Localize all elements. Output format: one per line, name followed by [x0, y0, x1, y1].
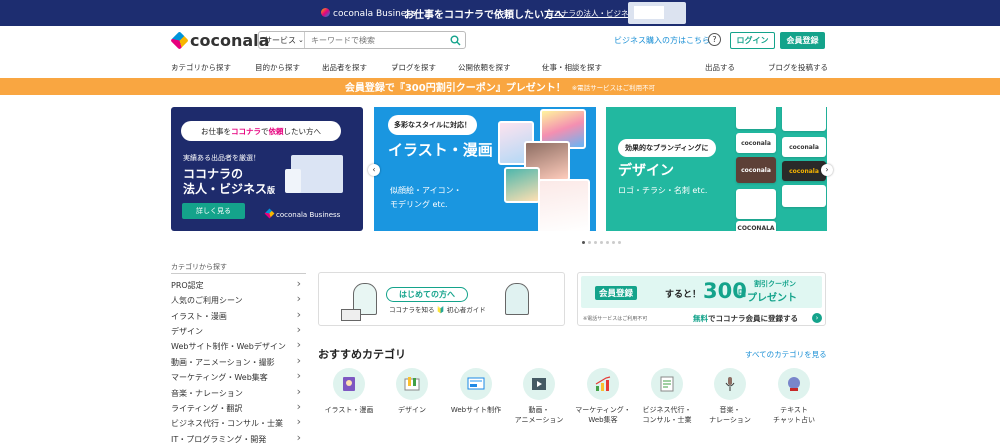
business-topbar[interactable]: coconala Business お仕事をココナラで依頼したい方へ ココナラの… [0, 0, 1000, 26]
illustration-banner-pill: 多彩なスタイルに対応！ [388, 115, 477, 135]
sidebar-item-it[interactable]: IT・プログラミング・開発 [171, 431, 306, 445]
illustration-banner-title: イラスト・漫画 [388, 141, 493, 159]
music-icon[interactable] [714, 368, 746, 400]
phone-illustration [285, 169, 301, 193]
promo-text: 会員登録で『300円割引クーポン』プレゼント！ [344, 83, 566, 94]
logo-sample-card [736, 189, 776, 219]
coupon-then-label: すると！ [665, 290, 702, 300]
sidebar-item-web[interactable]: Webサイト制作・Webデザイン [171, 338, 306, 352]
business-icon[interactable] [651, 368, 683, 400]
help-icon[interactable]: ? [708, 33, 721, 46]
guide-title: はじめての方へ [386, 287, 468, 302]
register-button[interactable]: 会員登録 [780, 32, 825, 49]
sidebar-item-pro[interactable]: PRO認定 [171, 277, 306, 291]
sidebar-item-design[interactable]: デザイン [171, 323, 306, 337]
logo-sample-card [782, 107, 826, 131]
carousel-dots[interactable] [582, 241, 621, 244]
business-screenshot-image [628, 2, 686, 24]
category-label-fortune[interactable]: テキスト チャット占い [754, 405, 834, 425]
logo-sample-card [736, 107, 776, 129]
marketing-icon[interactable] [587, 368, 619, 400]
laptop-illustration [341, 309, 361, 321]
coupon-register-label: 会員登録 [595, 286, 638, 300]
business-banner-pill: お仕事を ココナラで依頼 したい方へ [181, 121, 341, 141]
search-input[interactable] [305, 32, 445, 48]
nav-public-requests[interactable]: 公開依頼を探す [458, 62, 511, 73]
design-banner-title: デザイン [618, 163, 674, 179]
nav-sell[interactable]: 出品する [705, 62, 735, 73]
coupon-yen: 円 [738, 289, 746, 298]
nav-jobs[interactable]: 仕事・相談を探す ⌄ [542, 62, 602, 72]
design-icon[interactable] [396, 368, 428, 400]
search-bar: サービス ⌄ [258, 31, 466, 49]
illustration-icon[interactable] [333, 368, 365, 400]
logo-sample-card: COCONALA [736, 221, 776, 231]
design-banner[interactable]: 効果的なブランディングに デザイン ロゴ・チラシ・名刺 etc. coconal… [606, 107, 827, 231]
search-icon[interactable] [445, 35, 465, 46]
fortune-icon[interactable] [778, 368, 810, 400]
design-banner-pill: 効果的なブランディングに [618, 139, 716, 157]
search-category-select[interactable]: サービス ⌄ [259, 32, 305, 48]
promo-note: ※電話サービスはご利用不可 [571, 83, 656, 92]
video-icon[interactable] [523, 368, 555, 400]
recommend-heading: おすすめカテゴリ [318, 348, 406, 361]
person-illustration [505, 283, 529, 315]
promo-banner[interactable]: 会員登録で『300円割引クーポン』プレゼント！ ※電話サービスはご利用不可 [0, 78, 1000, 95]
logo-sample-card: coconala [736, 133, 776, 153]
carousel-prev-icon[interactable]: ‹ [368, 164, 380, 176]
illustration-banner[interactable]: 多彩なスタイルに対応！ イラスト・漫画 似顔絵・アイコン・ モデリング etc. [374, 107, 596, 231]
guide-subtitle: ココナラを知る 🔰 初心者ガイド [389, 306, 486, 314]
beginner-guide-banner[interactable]: はじめての方へ ココナラを知る 🔰 初心者ガイド [318, 272, 565, 326]
sidebar-heading: カテゴリから探す [171, 263, 227, 271]
business-banner[interactable]: お仕事を ココナラで依頼 したい方へ 実績ある出品者を厳選！ ココナラの 法人・ビジ… [171, 107, 363, 231]
sidebar-item-writing[interactable]: ライティング・翻訳 [171, 400, 306, 414]
sidebar-item-music[interactable]: 音楽・ナレーション [171, 385, 306, 399]
logo-sample-card: coconala [782, 137, 826, 157]
coconala-logo[interactable]: coconala [170, 31, 269, 50]
business-banner-line3: 法人・ビジネス版 [183, 182, 276, 196]
arrow-right-icon[interactable]: › [812, 313, 822, 323]
business-message: お仕事をココナラで依頼したい方へ [404, 10, 564, 21]
nav-blogs[interactable]: ブログを探す ⌄ [391, 62, 436, 72]
carousel-next-icon[interactable]: › [821, 164, 833, 176]
sidebar-divider [171, 273, 306, 274]
design-banner-subtitle: ロゴ・チラシ・名刺 etc. [618, 186, 708, 195]
nav-purpose[interactable]: 目的から探す ⌄ [255, 62, 300, 72]
coconala-business-brand: coconala Business [264, 208, 340, 219]
coconala-business-logo: coconala Business [321, 8, 416, 19]
learn-more-button[interactable]: 詳しく見る [182, 203, 245, 219]
coupon-banner-inner: 会員登録 すると！ 300 円 割引クーポン プレゼント [581, 276, 822, 308]
login-button[interactable]: ログイン [730, 32, 775, 49]
illustration-banner-subtitle: 似顔絵・アイコン・ モデリング etc. [390, 186, 462, 209]
website-icon[interactable] [460, 368, 492, 400]
sidebar-item-video[interactable]: 動画・アニメーション・撮影 [171, 354, 306, 368]
logo-sample-card: coconala [782, 161, 826, 181]
logo-sample-card: coconala [736, 157, 776, 183]
artwork-image [504, 167, 540, 203]
sidebar-item-scenes[interactable]: 人気のご利用シーン [171, 292, 306, 306]
search-category-label: サービス [264, 35, 296, 45]
logo-mark-icon [170, 31, 189, 50]
sidebar-item-illustration[interactable]: イラスト・漫画 [171, 308, 306, 322]
nav-category[interactable]: カテゴリから探す ⌄ [171, 62, 231, 72]
coupon-banner[interactable]: 会員登録 すると！ 300 円 割引クーポン プレゼント ※電話サービスはご利用… [577, 272, 826, 326]
chevron-down-icon: ⌄ [298, 36, 304, 44]
main-nav: カテゴリから探す ⌄ 目的から探す ⌄ 出品者を探す ⌄ ブログを探す ⌄ 公開… [0, 62, 1000, 74]
sidebar-item-marketing[interactable]: マーケティング・Web集客 [171, 369, 306, 383]
coupon-label1: 割引クーポン [754, 280, 796, 288]
coupon-note: ※電話サービスはご利用不可 [583, 316, 648, 322]
logo-sample-card [782, 185, 826, 207]
nav-post-blog[interactable]: ブログを投稿する [768, 62, 828, 73]
sidebar-item-business[interactable]: ビジネス代行・コンサル・士業 [171, 415, 306, 429]
all-categories-link[interactable]: すべてのカテゴリを見る [745, 349, 827, 360]
business-banner-line1: 実績ある出品者を厳選！ [183, 154, 260, 162]
nav-sellers[interactable]: 出品者を探す ⌄ [322, 62, 367, 72]
coupon-cta[interactable]: 無料でココナラ会員に登録する [693, 313, 798, 324]
artwork-image [538, 179, 590, 231]
coupon-label2: プレゼント [747, 293, 797, 304]
business-purchase-link[interactable]: ビジネス購入の方はこちら [614, 35, 710, 46]
